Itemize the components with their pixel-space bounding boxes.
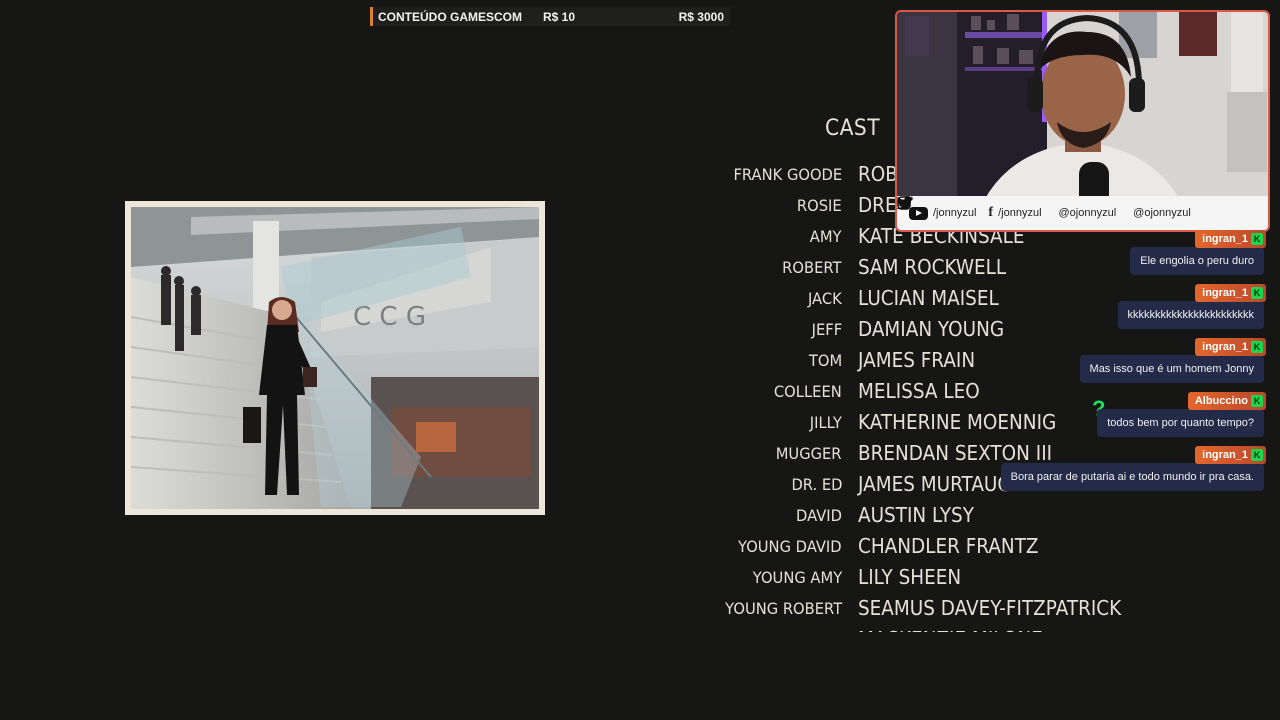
- instagram-handle: @ojonnyzul: [1133, 207, 1191, 219]
- office-stairs-photo: C C G: [131, 207, 539, 509]
- credit-actor: ROB: [858, 162, 898, 186]
- platform-badge-icon: K: [1251, 449, 1263, 461]
- twitter-link[interactable]: @ojonnyzul: [897, 196, 1117, 219]
- credit-role: YOUNG ROSIE: [740, 630, 842, 632]
- platform-badge-icon: K: [1251, 233, 1263, 245]
- youtube-link[interactable]: /jonnyzul: [909, 206, 977, 220]
- credit-role: ROBERT: [782, 258, 842, 277]
- chat-message-text: Ele engolia o peru duro: [1130, 247, 1264, 275]
- credit-row: YOUNG ROSIE MACKENZIE MILONE: [700, 627, 1280, 632]
- platform-badge-icon: K: [1251, 341, 1263, 353]
- facebook-icon: f: [988, 205, 994, 220]
- chat-message-text: todos bem por quanto tempo?: [1097, 409, 1264, 437]
- credit-actor: DRE: [858, 193, 897, 217]
- chat-message-text: Bora parar de putaria ai e todo mundo ir…: [1000, 463, 1264, 491]
- credit-row: YOUNG DAVID CHANDLER FRANTZ: [700, 534, 1280, 568]
- chat-message-text: kkkkkkkkkkkkkkkkkkkkkkk: [1117, 301, 1264, 329]
- credit-actor: SEAMUS DAVEY-FITZPATRICK: [858, 596, 1122, 620]
- facebook-link[interactable]: f /jonnyzul: [988, 205, 1041, 221]
- credit-role: FRANK GOODE: [733, 165, 842, 184]
- credit-actor: LILY SHEEN: [858, 565, 962, 589]
- credit-role: AMY: [810, 227, 842, 246]
- chat-overlay: ? Ele engolia o peru duroingran_1Kkkkkkk…: [1000, 228, 1280, 498]
- youtube-handle: /jonnyzul: [933, 207, 977, 219]
- credit-role: JEFF: [811, 320, 842, 339]
- chat-username: ingran_1 K: [1195, 284, 1266, 302]
- credit-actor: AUSTIN LYSY: [858, 503, 974, 527]
- credits-heading: CAST: [825, 116, 881, 141]
- credit-role: JACK: [808, 289, 842, 308]
- credit-actor: MELISSA LEO: [858, 379, 980, 403]
- chat-username: Albuccino K: [1187, 392, 1266, 410]
- platform-badge-icon: K: [1251, 287, 1263, 299]
- chat-username-text: ingran_1: [1202, 233, 1248, 245]
- facebook-handle: /jonnyzul: [998, 207, 1042, 219]
- goal-title: CONTEÚDO GAMESCOM: [378, 9, 522, 24]
- credit-actor: DAMIAN YOUNG: [858, 317, 1005, 341]
- chat-username-text: ingran_1: [1202, 287, 1248, 299]
- credit-actor: JAMES FRAIN: [858, 348, 976, 372]
- twitter-handle: @ojonnyzul: [1058, 207, 1117, 219]
- chat-username-text: ingran_1: [1202, 449, 1248, 461]
- credit-role: ROSIE: [797, 196, 842, 215]
- credit-role: DAVID: [796, 506, 842, 525]
- credit-actor: CHANDLER FRANTZ: [858, 534, 1039, 558]
- credit-row: YOUNG ROBERT SEAMUS DAVEY-FITZPATRICK: [700, 596, 1280, 630]
- donation-goal-bar: CONTEÚDO GAMESCOM R$ 10 R$ 3000: [370, 7, 730, 26]
- chat-message-text: Mas isso que é um homem Jonny: [1079, 355, 1264, 383]
- chat-username-text: ingran_1: [1202, 341, 1248, 353]
- chat-username-text: Albuccino: [1194, 395, 1248, 407]
- social-links-bar: /jonnyzul f /jonnyzul @ojonnyzul @ojonny…: [897, 196, 1268, 230]
- chat-username: ingran_1 K: [1195, 230, 1266, 248]
- platform-badge-icon: K: [1251, 395, 1263, 407]
- credit-actor: MACKENZIE MILONE: [858, 627, 1043, 632]
- credit-actor: SAM ROCKWELL: [858, 255, 1007, 279]
- credit-role: COLLEEN: [774, 382, 842, 401]
- credit-role: YOUNG ROBERT: [724, 599, 842, 618]
- credit-role: DR. ED: [790, 475, 842, 494]
- chat-username: ingran_1 K: [1195, 446, 1266, 464]
- webcam-overlay: /jonnyzul f /jonnyzul @ojonnyzul @ojonny…: [895, 10, 1270, 232]
- credit-role: YOUNG DAVID: [738, 537, 842, 556]
- photo-frame: C C G: [125, 201, 545, 515]
- credit-row: YOUNG AMY LILY SHEEN: [700, 565, 1280, 599]
- credit-role: MUGGER: [776, 444, 842, 463]
- instagram-link[interactable]: @ojonnyzul: [897, 196, 1191, 219]
- goal-current-amount: R$ 10: [543, 9, 576, 24]
- chat-username: ingran_1 K: [1195, 338, 1266, 356]
- credit-role: JILLY: [809, 413, 842, 432]
- credit-role: YOUNG AMY: [752, 568, 842, 587]
- credit-role: TOM: [808, 351, 842, 370]
- credit-row: DAVID AUSTIN LYSY: [700, 503, 1280, 537]
- credit-actor: LUCIAN MAISEL: [858, 286, 999, 310]
